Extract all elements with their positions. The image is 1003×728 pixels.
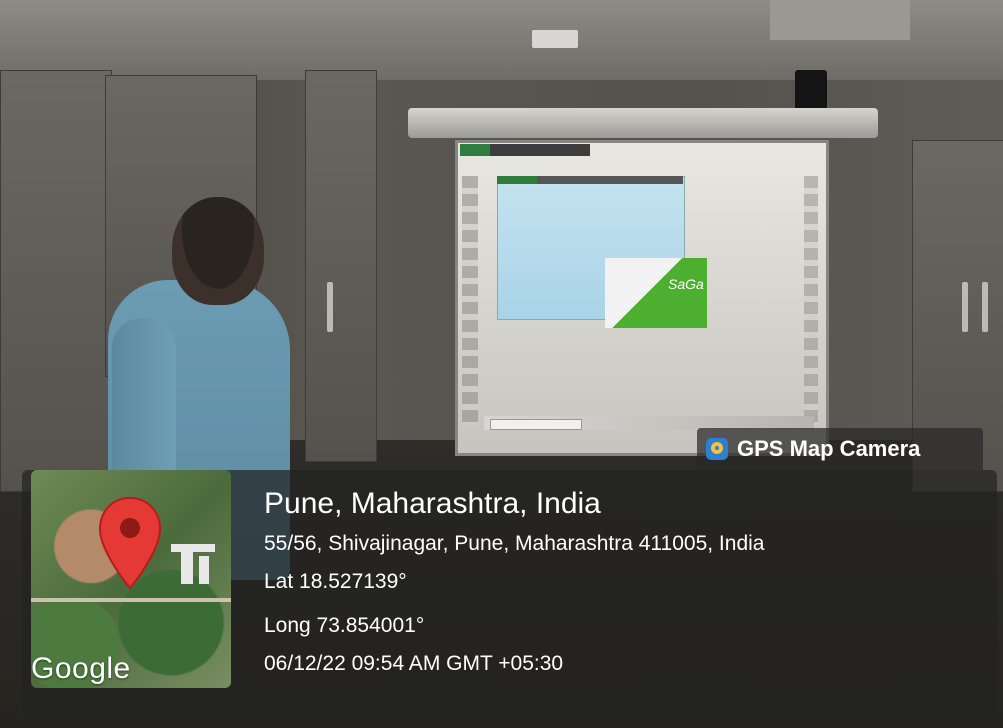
map-building xyxy=(199,556,209,584)
projector-screen-housing xyxy=(408,108,878,138)
location-address: 55/56, Shivajinagar, Pune, Maharashtra 4… xyxy=(264,532,765,555)
open-cabinet-door xyxy=(305,70,377,462)
google-attribution: Google xyxy=(31,652,131,685)
left-cabinet xyxy=(0,70,112,492)
cabinet-handle xyxy=(327,282,333,332)
cabinet-handle xyxy=(982,282,988,332)
cabinet-handle xyxy=(962,282,968,332)
datetime: 06/12/22 09:54 AM GMT +05:30 xyxy=(264,652,564,675)
location-title: Pune, Maharashtra, India xyxy=(264,487,601,520)
screen-taskbar-search xyxy=(490,419,582,430)
wall-socket xyxy=(532,30,578,48)
projector xyxy=(770,0,910,40)
map-building xyxy=(171,544,215,552)
map-road xyxy=(31,598,231,602)
slide-titlebar xyxy=(497,176,683,184)
gps-brand-badge: GPS Map Camera xyxy=(697,428,983,470)
map-building xyxy=(181,550,193,584)
presenter-head xyxy=(172,197,264,305)
map-pin-icon xyxy=(98,496,162,590)
screen-app-tabs xyxy=(460,144,818,156)
saga-logo-text: SaGa xyxy=(668,276,704,292)
gps-map-camera-icon xyxy=(706,438,728,460)
latitude: Lat 18.527139° xyxy=(264,570,407,593)
saga-logo-card xyxy=(605,258,707,328)
screen-right-toolbar xyxy=(804,176,818,426)
brand-label: GPS Map Camera xyxy=(737,436,921,461)
longitude: Long 73.854001° xyxy=(264,614,425,637)
screen-left-toolbar xyxy=(462,176,478,426)
